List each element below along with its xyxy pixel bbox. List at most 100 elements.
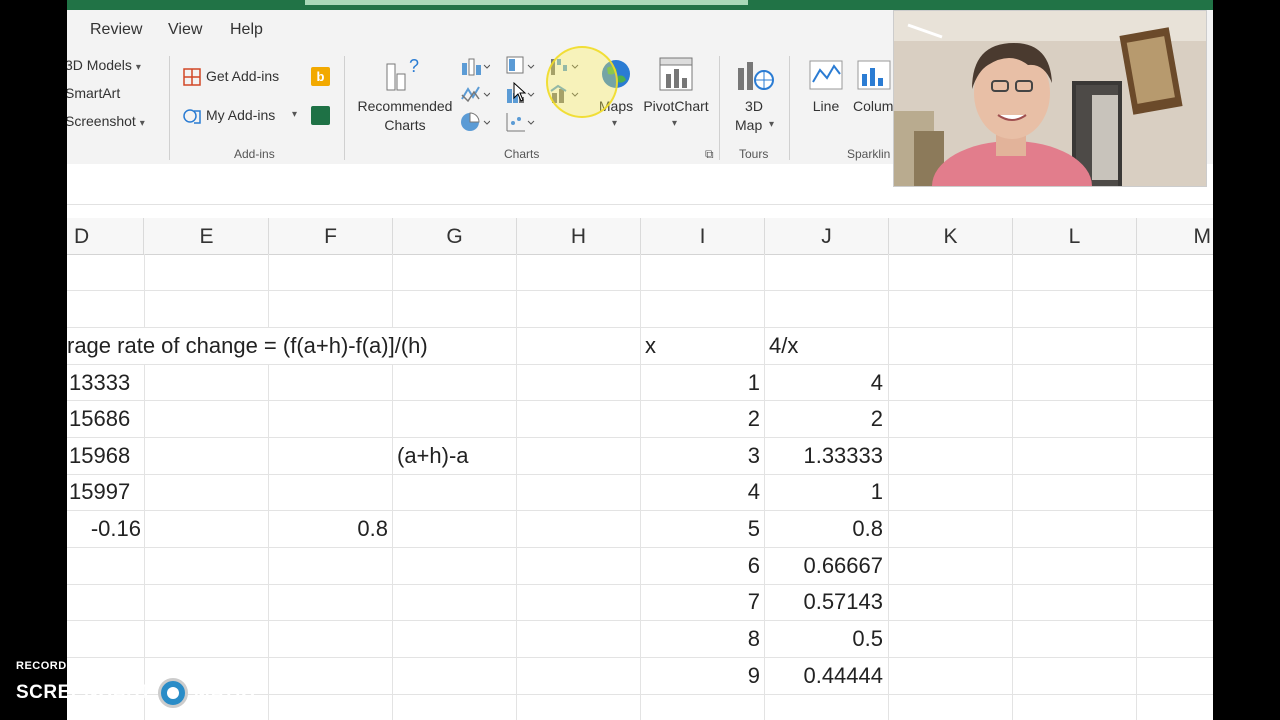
column-gridline	[268, 254, 269, 720]
pivotchart-button[interactable]: PivotChart ▾	[640, 54, 712, 136]
column-header-l[interactable]: L	[1013, 218, 1137, 254]
cell-d-value[interactable]: 15686	[69, 401, 130, 437]
group-divider	[344, 56, 345, 160]
watermark-brand-right: MATIC	[193, 682, 256, 703]
screenshot-button[interactable]: Screenshot ▾	[67, 113, 145, 129]
cell-y-value[interactable]: 0.66667	[765, 548, 883, 584]
cell-y-value[interactable]: 0.8	[765, 511, 883, 547]
chevron-down-icon: ▾	[135, 62, 141, 73]
watermark-brand-left: SCREENCAST	[16, 682, 152, 703]
scatter-chart-icon[interactable]	[505, 111, 535, 133]
cell-g-note[interactable]: (a+h)-a	[397, 438, 469, 474]
tab-view[interactable]: View	[168, 21, 202, 39]
cell-x-value[interactable]: 4	[641, 474, 760, 510]
group-divider	[169, 56, 170, 160]
cell-y-value[interactable]: 0.5	[765, 621, 883, 657]
column-gridline	[1136, 254, 1137, 720]
chevron-down-icon: ▾	[139, 118, 145, 129]
cell-x-value[interactable]: 2	[641, 401, 760, 437]
cell-x-header[interactable]: x	[645, 328, 656, 364]
column-header-m[interactable]: M	[1137, 218, 1213, 254]
column-gridline	[516, 254, 517, 720]
cell-y-value[interactable]: 4	[765, 365, 883, 401]
mouse-pointer-icon	[513, 82, 527, 102]
recommended-charts-button[interactable]: ? Recommended Charts	[352, 54, 458, 136]
addin-puzzle-icon	[183, 109, 201, 124]
cell-y-value[interactable]: 1.33333	[765, 438, 883, 474]
cell-f-value[interactable]: 0.8	[269, 511, 388, 547]
cell-x-value[interactable]: 1	[641, 365, 760, 401]
cell-x-value[interactable]: 7	[641, 584, 760, 620]
tab-review[interactable]: Review	[90, 21, 142, 39]
screenshot-label: Screenshot	[67, 113, 136, 129]
addins-group-label: Add-ins	[234, 147, 275, 161]
column-gridline	[888, 254, 889, 720]
webcam-video-image	[894, 11, 1206, 186]
recommended-line1: Recommended	[357, 98, 453, 114]
tours-group-label: Tours	[739, 147, 769, 161]
models-3d-label: 3D Models	[67, 57, 132, 73]
worksheet-grid[interactable]: rage rate of change = (f(a+h)-f(a)]/(h) …	[67, 254, 1213, 720]
cell-4-over-x-header[interactable]: 4/x	[769, 328, 798, 364]
column-header-e[interactable]: E	[145, 218, 269, 254]
map-3d-button[interactable]: 3D Map ▾	[727, 54, 781, 136]
column-header-f[interactable]: F	[269, 218, 393, 254]
hierarchy-chart-icon[interactable]	[505, 55, 535, 77]
column-header-d[interactable]: D	[67, 218, 144, 254]
chevron-down-icon: ▾	[292, 109, 298, 120]
charts-group-label: Charts	[504, 147, 540, 161]
column-header-j[interactable]: J	[765, 218, 889, 254]
column-gridline	[144, 254, 145, 720]
get-addins-label: Get Add-ins	[206, 68, 280, 84]
column-header-g[interactable]: G	[393, 218, 517, 254]
people-graph-icon[interactable]	[311, 106, 330, 125]
recommended-line2: Charts	[384, 117, 426, 133]
chevron-down-icon: ▾	[672, 118, 678, 129]
dialog-launcher-icon[interactable]: ⧉	[705, 147, 714, 162]
pie-chart-icon[interactable]	[460, 111, 490, 133]
cell-d-value[interactable]: 15968	[69, 438, 130, 474]
sparkline-column-button[interactable]: Colum	[851, 54, 897, 136]
watermark-brand: SCREENCAST MATIC	[16, 678, 255, 708]
cell-rate-of-change-header[interactable]: rage rate of change = (f(a+h)-f(a)]/(h)	[67, 328, 434, 364]
models-3d-button[interactable]: 3D Models ▾	[67, 57, 141, 73]
cell-y-value[interactable]: 2	[765, 401, 883, 437]
column-header-h[interactable]: H	[517, 218, 641, 254]
sparkline-line-button[interactable]: Line	[805, 54, 847, 136]
line-chart-icon[interactable]	[460, 83, 490, 105]
map-3d-icon	[738, 62, 774, 90]
column-gridline	[1012, 254, 1013, 720]
cell-x-value[interactable]: 9	[641, 658, 760, 694]
recommended-charts-icon: ?	[386, 56, 419, 91]
map-3d-line2: Map	[735, 117, 763, 133]
map-3d-line1: 3D	[745, 98, 763, 114]
cell-y-value[interactable]: 0.57143	[765, 584, 883, 620]
column-header-k[interactable]: K	[889, 218, 1013, 254]
title-bar-highlight	[305, 0, 748, 5]
group-divider	[789, 56, 790, 160]
cell-x-value[interactable]: 3	[641, 438, 760, 474]
sparkline-column-label: Colum	[853, 98, 894, 114]
cell-x-value[interactable]: 6	[641, 548, 760, 584]
chevron-down-icon: ▾	[612, 118, 618, 129]
chevron-down-icon: ▾	[769, 119, 775, 130]
column-chart-icon[interactable]	[460, 55, 490, 77]
smartart-button[interactable]: SmartArt	[67, 85, 120, 101]
tab-help[interactable]: Help	[230, 21, 263, 39]
cell-y-value[interactable]: 0.44444	[765, 658, 883, 694]
cell-x-value[interactable]: 8	[641, 621, 760, 657]
webcam-overlay	[893, 10, 1207, 187]
cursor-highlight	[546, 46, 618, 118]
screencast-watermark: RECORDED WITH SCREENCAST MATIC	[16, 660, 255, 708]
sparkline-line-icon	[809, 60, 843, 90]
cell-d-value[interactable]: -0.16	[67, 511, 141, 547]
column-header-i[interactable]: I	[641, 218, 765, 254]
cell-x-value[interactable]: 5	[641, 511, 760, 547]
sparklines-group-label: Sparklin	[847, 147, 891, 161]
group-divider	[719, 56, 720, 160]
bing-icon[interactable]: b	[311, 67, 330, 86]
cell-d-value[interactable]: 13333	[69, 365, 130, 401]
cell-d-value[interactable]: 15997	[69, 474, 130, 510]
store-icon	[183, 68, 201, 86]
cell-y-value[interactable]: 1	[765, 474, 883, 510]
